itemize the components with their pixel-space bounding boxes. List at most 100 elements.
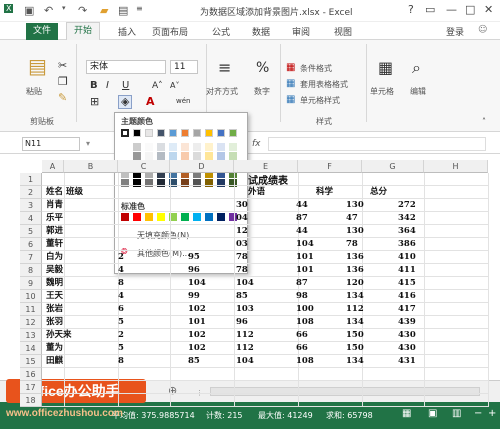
namebox-dropdown-icon[interactable]: ▾ xyxy=(86,138,90,150)
theme-tint-swatch[interactable] xyxy=(217,143,225,151)
theme-tint-swatch[interactable] xyxy=(121,152,129,160)
theme-tint-swatch[interactable] xyxy=(157,152,165,160)
theme-swatch[interactable] xyxy=(169,129,177,137)
theme-tint-swatch[interactable] xyxy=(169,143,177,151)
theme-tint-swatch[interactable] xyxy=(181,152,189,160)
theme-tint-swatch[interactable] xyxy=(145,152,153,160)
percent-icon[interactable]: % xyxy=(256,61,269,75)
ribbon-display-icon[interactable]: ▭ xyxy=(425,3,435,16)
theme-tint-swatch[interactable] xyxy=(205,143,213,151)
row-header-7[interactable]: 7 xyxy=(20,251,42,264)
row-header-5[interactable]: 5 xyxy=(20,225,42,238)
theme-swatch[interactable] xyxy=(181,129,189,137)
underline-button[interactable]: U xyxy=(122,80,129,92)
tab-data[interactable]: 数据 xyxy=(252,25,270,38)
theme-tint-swatch[interactable] xyxy=(229,152,237,160)
alignment-button[interactable]: 对齐方式 xyxy=(206,86,238,97)
conditional-format-button[interactable]: 条件格式 xyxy=(300,63,332,74)
page-break-view-icon[interactable]: ▥ xyxy=(452,408,461,419)
row-header-17[interactable]: 17 xyxy=(20,381,42,394)
zoom-in-button[interactable]: + xyxy=(488,408,496,419)
save-icon[interactable]: ▣ xyxy=(24,4,34,17)
row-header-16[interactable]: 16 xyxy=(20,368,42,381)
standard-swatch[interactable] xyxy=(193,213,201,221)
column-header-d[interactable]: D xyxy=(170,160,234,173)
column-header-h[interactable]: H xyxy=(424,160,488,173)
name-box[interactable]: N11 xyxy=(22,137,80,151)
row-header-9[interactable]: 9 xyxy=(20,277,42,290)
theme-tint-swatch[interactable] xyxy=(193,152,201,160)
tab-formulas[interactable]: 公式 xyxy=(212,25,230,38)
row-header-2[interactable]: 2 xyxy=(20,186,42,199)
shrink-font-button[interactable]: A˅ xyxy=(170,80,179,92)
row-header-4[interactable]: 4 xyxy=(20,212,42,225)
theme-swatch[interactable] xyxy=(145,129,153,137)
theme-swatch[interactable] xyxy=(193,129,201,137)
italic-button[interactable]: I xyxy=(106,80,109,92)
theme-tint-swatch[interactable] xyxy=(145,143,153,151)
print-preview-icon[interactable]: ▤ xyxy=(118,4,128,17)
align-icon[interactable]: ≡ xyxy=(218,60,231,76)
row-header-14[interactable]: 14 xyxy=(20,342,42,355)
row-header-8[interactable]: 8 xyxy=(20,264,42,277)
undo-icon[interactable]: ↶ xyxy=(44,4,53,17)
minimize-icon[interactable]: — xyxy=(446,3,457,16)
close-icon[interactable]: ✕ xyxy=(484,3,493,16)
collapse-ribbon-icon[interactable]: ˄ xyxy=(482,116,486,128)
row-header-3[interactable]: 3 xyxy=(20,199,42,212)
row-header-1[interactable]: 1 xyxy=(20,173,42,186)
account-icon[interactable]: ☺ xyxy=(478,25,487,35)
standard-swatch[interactable] xyxy=(121,213,129,221)
font-size-select[interactable]: 11 xyxy=(170,60,198,74)
edit-icon[interactable]: ⌕ xyxy=(412,60,421,76)
row-header-15[interactable]: 15 xyxy=(20,355,42,368)
theme-tint-swatch[interactable] xyxy=(181,143,189,151)
undo-dropdown-icon[interactable]: ▾ xyxy=(62,4,66,12)
font-name-select[interactable]: 宋体 xyxy=(86,60,166,74)
redo-icon[interactable]: ↷ xyxy=(78,4,87,17)
no-fill-option[interactable]: 无填充颜色(N) xyxy=(137,230,189,241)
tab-home[interactable]: 开始 xyxy=(66,22,100,41)
theme-tint-swatch[interactable] xyxy=(133,143,141,151)
theme-tint-swatch[interactable] xyxy=(205,152,213,160)
column-header-e[interactable]: E xyxy=(234,160,298,173)
row-header-11[interactable]: 11 xyxy=(20,303,42,316)
cut-icon[interactable]: ✂ xyxy=(58,60,67,72)
theme-swatch[interactable] xyxy=(229,129,237,137)
theme-tint-swatch[interactable] xyxy=(217,152,225,160)
standard-swatch[interactable] xyxy=(157,213,165,221)
theme-swatch[interactable] xyxy=(157,129,165,137)
paste-button[interactable]: 粘贴 xyxy=(26,86,42,97)
border-icon[interactable]: ⊞ xyxy=(90,96,99,108)
row-header-12[interactable]: 12 xyxy=(20,316,42,329)
theme-swatch[interactable] xyxy=(133,129,141,137)
cell-style-button[interactable]: 单元格样式 xyxy=(300,95,340,106)
column-header-b[interactable]: B xyxy=(64,160,118,173)
tab-insert[interactable]: 插入 xyxy=(118,25,136,38)
table-format-button[interactable]: 套用表格格式 xyxy=(300,79,348,90)
conditional-format-icon[interactable]: ▦ xyxy=(286,62,295,74)
theme-tint-swatch[interactable] xyxy=(157,143,165,151)
cell-style-icon[interactable]: ▦ xyxy=(286,94,295,106)
tab-review[interactable]: 审阅 xyxy=(292,25,310,38)
standard-swatch[interactable] xyxy=(145,213,153,221)
standard-swatch[interactable] xyxy=(181,213,189,221)
restore-icon[interactable]: □ xyxy=(465,3,475,16)
login-link[interactable]: 登录 xyxy=(446,25,464,38)
cells-button[interactable]: 单元格 xyxy=(370,86,394,97)
font-color-icon[interactable]: A xyxy=(146,96,155,108)
copy-icon[interactable]: ❐ xyxy=(58,76,68,88)
tab-view[interactable]: 视图 xyxy=(334,25,352,38)
zoom-out-button[interactable]: − xyxy=(474,408,482,419)
row-header-10[interactable]: 10 xyxy=(20,290,42,303)
tab-page-layout[interactable]: 页面布局 xyxy=(152,25,188,38)
theme-tint-swatch[interactable] xyxy=(133,152,141,160)
row-header-13[interactable]: 13 xyxy=(20,329,42,342)
fill-color-icon[interactable]: ◈ xyxy=(118,95,133,109)
tab-file[interactable]: 文件 xyxy=(26,23,58,40)
grow-font-button[interactable]: A˄ xyxy=(152,80,163,92)
cells-icon[interactable]: ▦ xyxy=(378,60,393,76)
column-header-c[interactable]: C xyxy=(118,160,170,173)
column-header-g[interactable]: G xyxy=(362,160,424,173)
bold-button[interactable]: B xyxy=(90,80,98,92)
